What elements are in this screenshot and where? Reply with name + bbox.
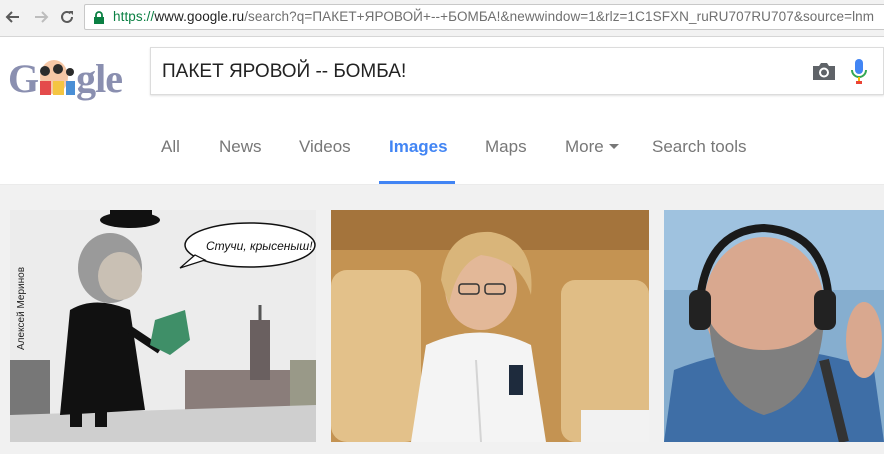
parliament-photo — [331, 210, 649, 442]
arrow-right-icon — [35, 11, 49, 23]
arrow-left-icon — [5, 11, 19, 23]
chevron-down-icon — [608, 144, 619, 149]
image-results: Стучи, крысеныш! Алексей Меринов — [0, 185, 884, 454]
reload-icon — [61, 10, 73, 23]
reload-button[interactable] — [56, 6, 78, 28]
url-scheme: https:// — [113, 9, 155, 24]
microphone-icon[interactable] — [849, 58, 869, 86]
cartoon-image: Стучи, крысеныш! Алексей Меринов — [10, 210, 316, 442]
back-button[interactable] — [2, 6, 24, 28]
cartoon-signature: Алексей Меринов — [16, 267, 27, 350]
forward-button[interactable] — [30, 6, 52, 28]
active-tab-indicator — [379, 181, 455, 184]
search-header: Google ПАКЕТ ЯРОВОЙ -- БОМБА! — [0, 37, 884, 109]
logo-wordmark: Google — [8, 56, 123, 101]
tab-videos[interactable]: Videos — [299, 137, 351, 157]
address-bar[interactable]: https://www.google.ru/search?q=ПАКЕТ+ЯРО… — [84, 4, 884, 30]
google-doodle-logo[interactable]: Google — [8, 51, 124, 101]
tab-more-label: More — [565, 137, 604, 156]
search-input[interactable]: ПАКЕТ ЯРОВОЙ -- БОМБА! — [162, 61, 406, 83]
url-text: https://www.google.ru/search?q=ПАКЕТ+ЯРО… — [113, 9, 874, 24]
tab-all[interactable]: All — [161, 137, 180, 157]
headphones-photo — [664, 210, 884, 442]
url-path: /search?q=ПАКЕТ+ЯРОВОЙ+--+БОМБА!&newwind… — [244, 9, 875, 24]
image-result-parliament-photo[interactable] — [331, 210, 649, 442]
tab-news[interactable]: News — [219, 137, 262, 157]
image-result-headphones-photo[interactable] — [664, 210, 884, 442]
speech-bubble-text: Стучи, крысеныш! — [206, 239, 313, 253]
tab-more[interactable]: More — [565, 137, 619, 157]
tab-images[interactable]: Images — [389, 137, 448, 157]
tab-search-tools[interactable]: Search tools — [652, 137, 747, 157]
image-result-cartoon[interactable]: Стучи, крысеныш! Алексей Меринов — [10, 210, 316, 442]
browser-toolbar: https://www.google.ru/search?q=ПАКЕТ+ЯРО… — [0, 0, 884, 37]
search-box[interactable]: ПАКЕТ ЯРОВОЙ -- БОМБА! — [150, 47, 884, 95]
lock-icon — [94, 11, 104, 24]
url-host: www.google.ru — [154, 9, 245, 24]
camera-icon[interactable] — [811, 60, 837, 82]
tab-maps[interactable]: Maps — [485, 137, 527, 157]
search-tabs: All News Videos Images Maps More Search … — [0, 109, 884, 185]
